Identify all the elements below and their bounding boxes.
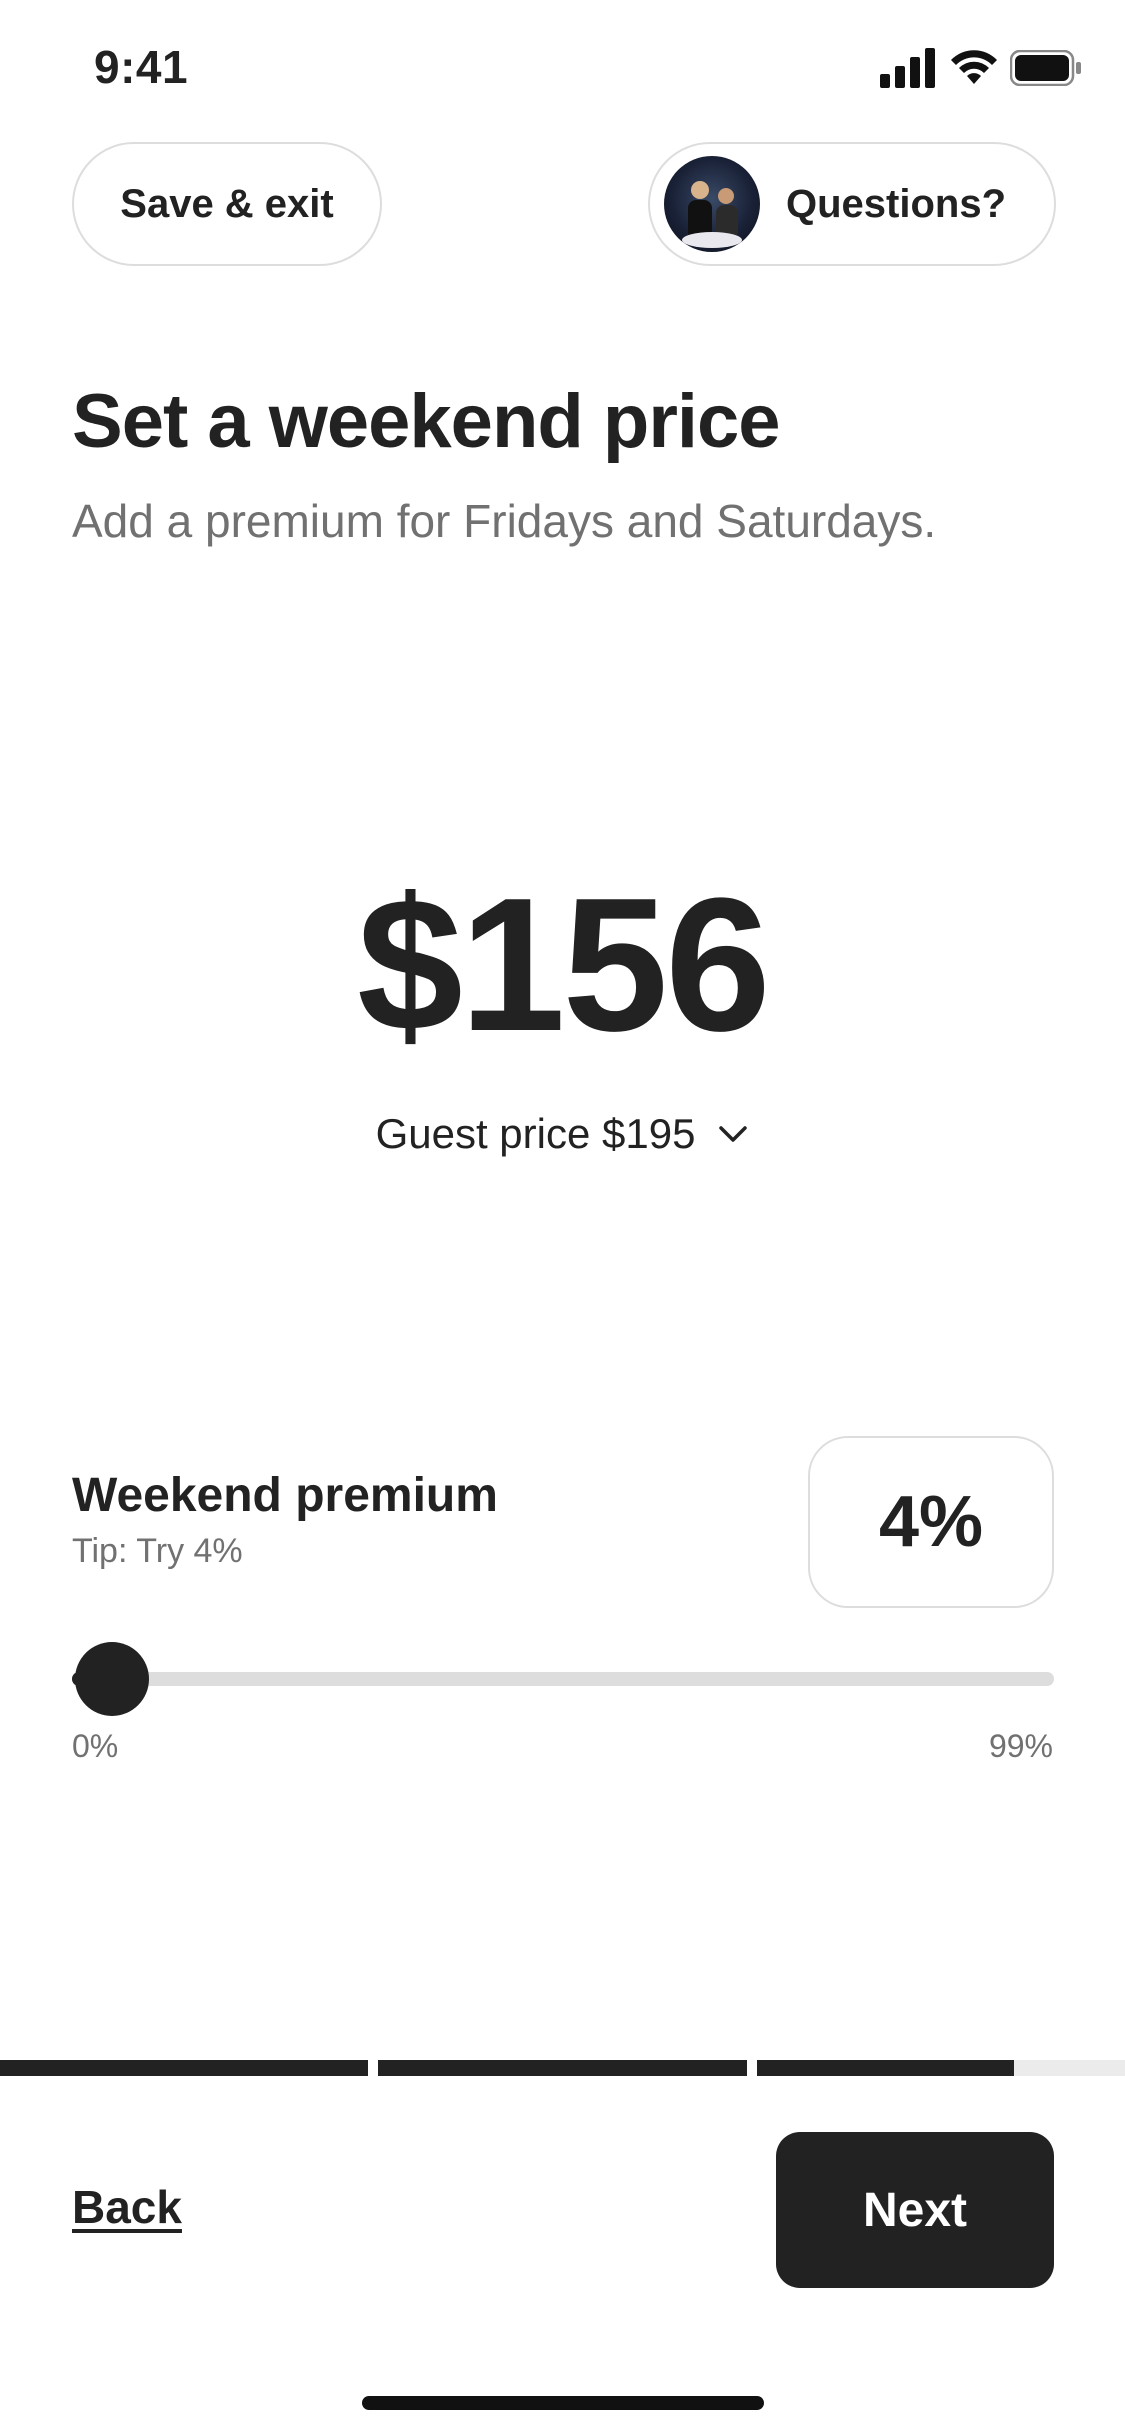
page-subtitle: Add a premium for Fridays and Saturdays. — [72, 495, 937, 547]
premium-percent-input[interactable]: 4% — [808, 1436, 1054, 1608]
guest-price-toggle[interactable]: Guest price $195 — [0, 1110, 1125, 1158]
guest-price-label: Guest price $195 — [375, 1110, 696, 1157]
battery-icon — [1010, 50, 1081, 86]
step-progress-bar — [0, 2060, 1125, 2076]
back-button[interactable]: Back — [72, 2180, 182, 2234]
premium-tip: Tip: Try 4% — [72, 1532, 243, 1570]
slider-min-label: 0% — [72, 1728, 119, 1764]
progress-segment — [378, 2060, 747, 2076]
save-exit-button[interactable]: Save & exit — [72, 142, 382, 266]
progress-segment — [756, 2060, 1125, 2076]
questions-button[interactable]: Questions? — [648, 142, 1056, 266]
progress-segment — [0, 2060, 369, 2076]
home-indicator — [362, 2396, 764, 2410]
premium-slider[interactable] — [72, 1642, 1054, 1716]
page-title: Set a weekend price — [72, 379, 781, 464]
chevron-down-icon — [719, 1126, 748, 1142]
questions-label: Questions? — [786, 181, 1007, 226]
cellular-signal-icon — [880, 48, 935, 88]
wifi-icon — [951, 50, 997, 84]
slider-thumb[interactable] — [74, 1642, 149, 1716]
next-button[interactable]: Next — [776, 2132, 1054, 2288]
slider-max-label: 99% — [988, 1728, 1053, 1764]
host-avatar — [664, 156, 760, 252]
weekend-price: $156 — [357, 859, 771, 1071]
weekend-premium-label: Weekend premium — [72, 1469, 498, 1522]
status-time: 9:41 — [94, 41, 189, 93]
